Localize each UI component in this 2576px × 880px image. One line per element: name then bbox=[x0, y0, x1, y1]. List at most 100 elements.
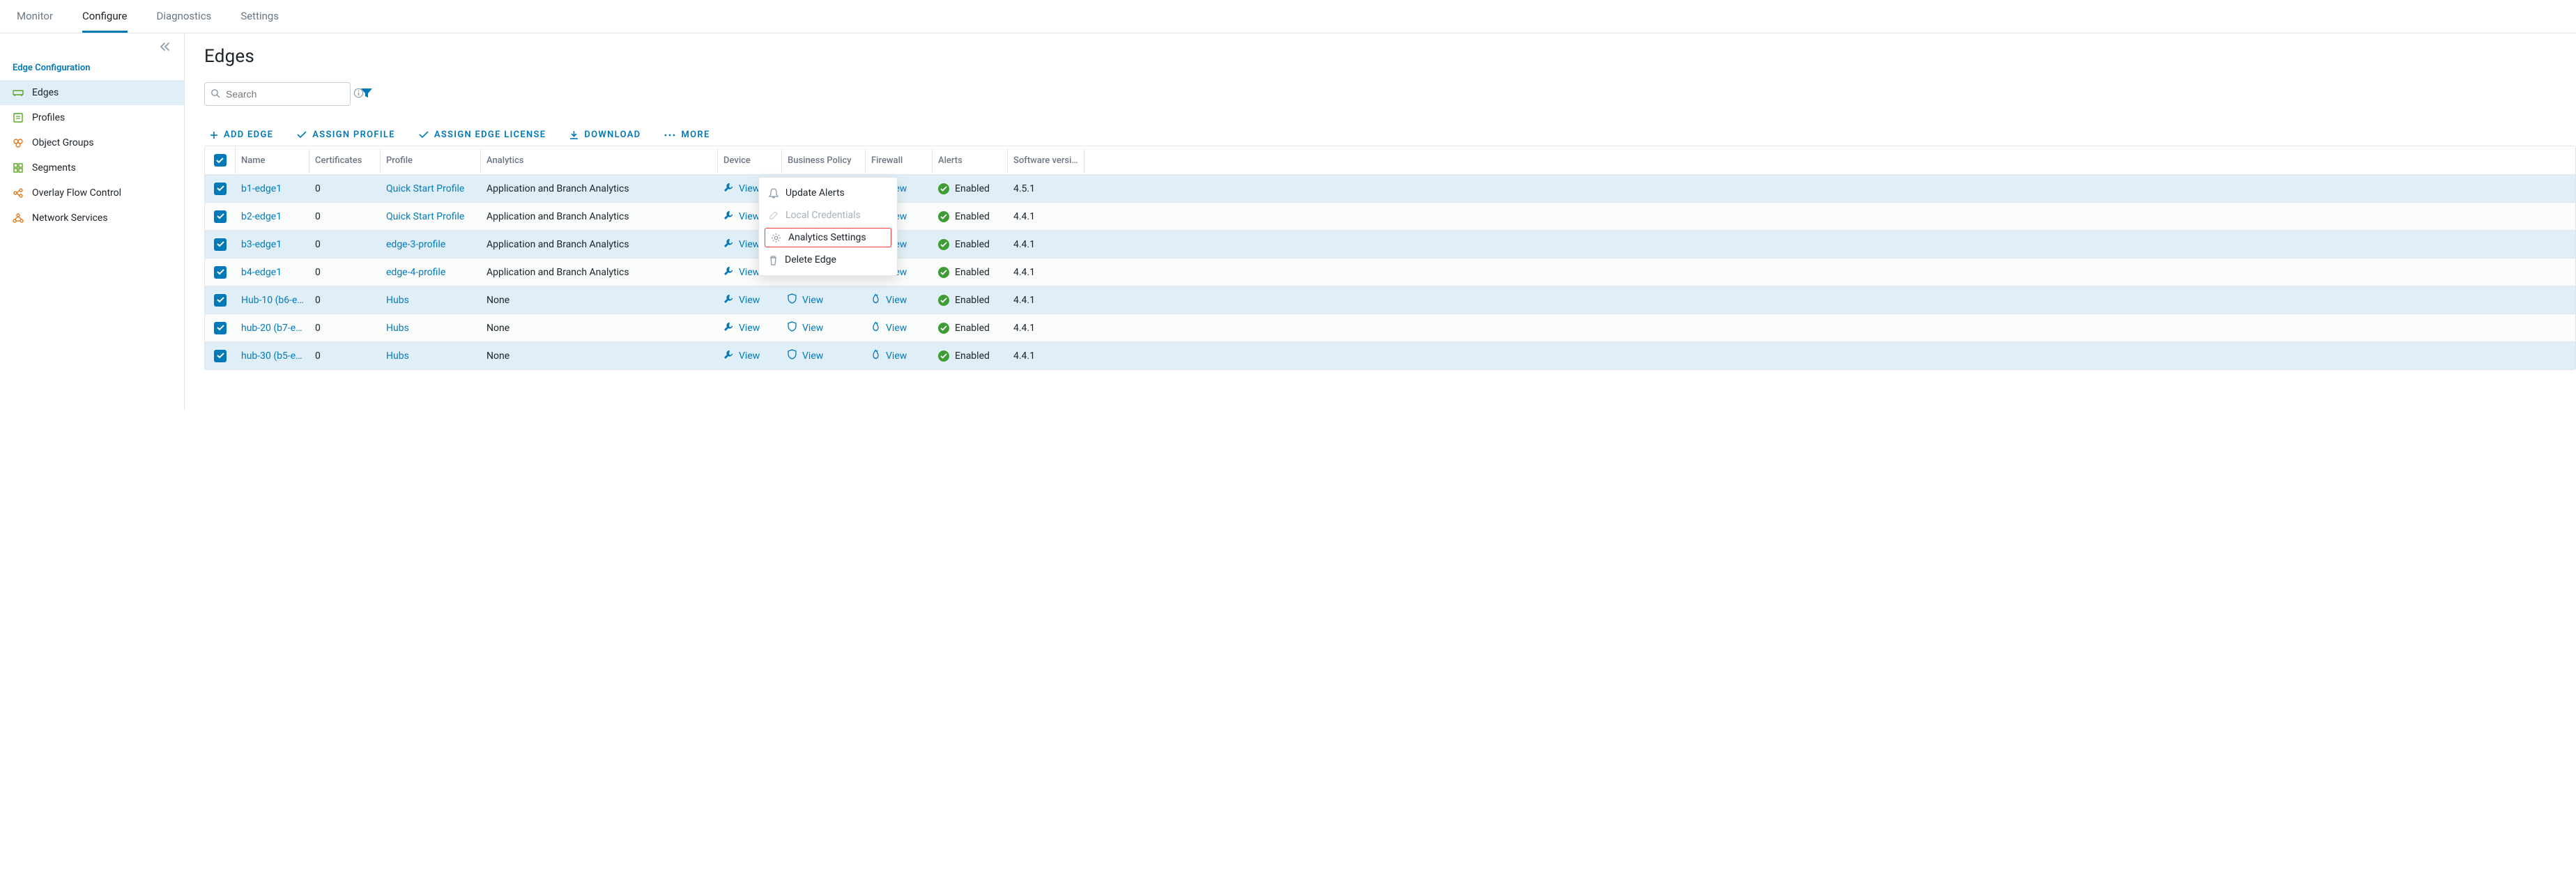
more-menu-label: Delete Edge bbox=[785, 254, 836, 265]
more-button[interactable]: MORE bbox=[664, 130, 710, 140]
status-ok-icon bbox=[938, 239, 949, 250]
sidebar-item-label: Network Services bbox=[32, 213, 108, 224]
sidebar-item-edges[interactable]: Edges bbox=[0, 80, 184, 105]
row-checkbox[interactable] bbox=[205, 343, 236, 369]
device-view-link[interactable]: View bbox=[723, 266, 760, 279]
col-certificates[interactable]: Certificates bbox=[309, 148, 381, 173]
sidebar-collapse-icon[interactable] bbox=[159, 42, 171, 54]
business-policy-view-link[interactable]: View bbox=[788, 321, 823, 334]
search-input[interactable] bbox=[224, 88, 353, 100]
table-row[interactable]: b1-edge10Quick Start ProfileApplication … bbox=[205, 174, 2575, 202]
alerts-status: Enabled bbox=[938, 211, 990, 222]
row-checkbox[interactable] bbox=[205, 232, 236, 257]
cell-analytics: None bbox=[481, 344, 718, 368]
firewall-view-link[interactable]: View bbox=[871, 293, 907, 307]
device-view-link[interactable]: View bbox=[723, 210, 760, 223]
filter-button[interactable] bbox=[360, 87, 373, 101]
profile-link[interactable]: Quick Start Profile bbox=[381, 177, 481, 201]
col-name[interactable]: Name bbox=[236, 148, 309, 173]
device-view-link[interactable]: View bbox=[723, 322, 760, 334]
sidebar-item-segments[interactable]: Segments bbox=[0, 155, 184, 180]
sidebar-item-label: Profiles bbox=[32, 112, 65, 123]
download-button[interactable]: DOWNLOAD bbox=[569, 130, 641, 140]
assign-profile-button[interactable]: ASSIGN PROFILE bbox=[297, 130, 395, 140]
more-menu-delete-edge[interactable]: Delete Edge bbox=[759, 249, 897, 271]
more-menu-analytics-settings[interactable]: Analytics Settings bbox=[765, 228, 891, 247]
view-label: View bbox=[739, 350, 760, 362]
sidebar-item-overlay-flow[interactable]: Overlay Flow Control bbox=[0, 180, 184, 206]
profile-link[interactable]: Hubs bbox=[381, 288, 481, 312]
profile-link[interactable]: edge-3-profile bbox=[381, 233, 481, 256]
col-business-policy[interactable]: Business Policy bbox=[782, 148, 866, 173]
status-ok-icon bbox=[938, 323, 949, 334]
table-row[interactable]: Hub-10 (b6-edge1)0HubsNoneViewViewViewEn… bbox=[205, 286, 2575, 314]
row-checkbox[interactable] bbox=[205, 288, 236, 313]
edge-name-link[interactable]: hub-20 (b7-edge1) bbox=[236, 316, 309, 340]
alerts-status: Enabled bbox=[938, 239, 990, 250]
table-row[interactable]: hub-30 (b5-edge1)0HubsNoneViewViewViewEn… bbox=[205, 341, 2575, 369]
device-view-link[interactable]: View bbox=[723, 238, 760, 251]
download-icon bbox=[569, 130, 578, 139]
cell-certificates: 0 bbox=[309, 288, 381, 312]
more-menu-update-alerts[interactable]: Update Alerts bbox=[759, 182, 897, 204]
search-box[interactable] bbox=[204, 82, 351, 106]
plus-icon bbox=[210, 131, 218, 139]
device-view-link[interactable]: View bbox=[723, 350, 760, 362]
row-checkbox[interactable] bbox=[205, 260, 236, 285]
table-row[interactable]: b4-edge10edge-4-profileApplication and B… bbox=[205, 258, 2575, 286]
wrench-icon bbox=[723, 350, 733, 362]
profile-link[interactable]: Hubs bbox=[381, 344, 481, 368]
edge-name-link[interactable]: b2-edge1 bbox=[236, 205, 309, 229]
alerts-label: Enabled bbox=[955, 350, 990, 362]
cell-software-version: 4.4.1 bbox=[1008, 233, 1084, 256]
profile-link[interactable]: Quick Start Profile bbox=[381, 205, 481, 229]
col-device[interactable]: Device bbox=[718, 148, 782, 173]
col-software-version[interactable]: Software version bbox=[1008, 148, 1084, 173]
select-all-checkbox[interactable] bbox=[205, 147, 236, 173]
profile-link[interactable]: edge-4-profile bbox=[381, 261, 481, 284]
col-alerts[interactable]: Alerts bbox=[933, 148, 1008, 173]
tab-settings[interactable]: Settings bbox=[240, 7, 279, 33]
edge-name-link[interactable]: b3-edge1 bbox=[236, 233, 309, 256]
shield-icon bbox=[788, 349, 797, 362]
row-checkbox[interactable] bbox=[205, 176, 236, 201]
row-checkbox[interactable] bbox=[205, 316, 236, 341]
main-content: Edges ADD EDGE ASSIGN PROFILE ASSIGN EDG… bbox=[185, 33, 2576, 410]
cell-certificates: 0 bbox=[309, 177, 381, 201]
tab-diagnostics[interactable]: Diagnostics bbox=[157, 7, 212, 33]
row-checkbox[interactable] bbox=[205, 204, 236, 229]
sidebar-item-object-groups[interactable]: Object Groups bbox=[0, 130, 184, 155]
shield-icon bbox=[788, 321, 797, 334]
table-row[interactable]: b2-edge10Quick Start ProfileApplication … bbox=[205, 202, 2575, 230]
table-row[interactable]: hub-20 (b7-edge1)0HubsNoneViewViewViewEn… bbox=[205, 314, 2575, 341]
device-view-link[interactable]: View bbox=[723, 294, 760, 307]
cell-software-version: 4.4.1 bbox=[1008, 288, 1084, 312]
assign-edge-license-label: ASSIGN EDGE LICENSE bbox=[434, 130, 546, 140]
cell-software-version: 4.4.1 bbox=[1008, 344, 1084, 368]
assign-edge-license-button[interactable]: ASSIGN EDGE LICENSE bbox=[419, 130, 546, 140]
business-policy-view-link[interactable]: View bbox=[788, 293, 823, 307]
edge-name-link[interactable]: Hub-10 (b6-edge1) bbox=[236, 288, 309, 312]
col-firewall[interactable]: Firewall bbox=[866, 148, 933, 173]
tab-monitor[interactable]: Monitor bbox=[17, 7, 53, 33]
sidebar-item-profiles[interactable]: Profiles bbox=[0, 105, 184, 130]
cell-analytics: Application and Branch Analytics bbox=[481, 177, 718, 201]
table-row[interactable]: b3-edge10edge-3-profileApplication and B… bbox=[205, 230, 2575, 258]
firewall-view-link[interactable]: View bbox=[871, 349, 907, 362]
edge-name-link[interactable]: b4-edge1 bbox=[236, 261, 309, 284]
edge-name-link[interactable]: b1-edge1 bbox=[236, 177, 309, 201]
edge-name-link[interactable]: hub-30 (b5-edge1) bbox=[236, 344, 309, 368]
firewall-view-link[interactable]: View bbox=[871, 321, 907, 334]
device-view-link[interactable]: View bbox=[723, 183, 760, 195]
sidebar-item-network-services[interactable]: Network Services bbox=[0, 206, 184, 231]
wrench-icon bbox=[723, 183, 733, 195]
tab-configure[interactable]: Configure bbox=[82, 7, 128, 33]
col-profile[interactable]: Profile bbox=[381, 148, 481, 173]
business-policy-view-link[interactable]: View bbox=[788, 349, 823, 362]
cell-software-version: 4.4.1 bbox=[1008, 316, 1084, 340]
wrench-icon bbox=[723, 322, 733, 334]
col-analytics[interactable]: Analytics bbox=[481, 148, 718, 173]
add-edge-button[interactable]: ADD EDGE bbox=[210, 130, 273, 140]
profile-link[interactable]: Hubs bbox=[381, 316, 481, 340]
profiles-icon bbox=[13, 113, 24, 123]
